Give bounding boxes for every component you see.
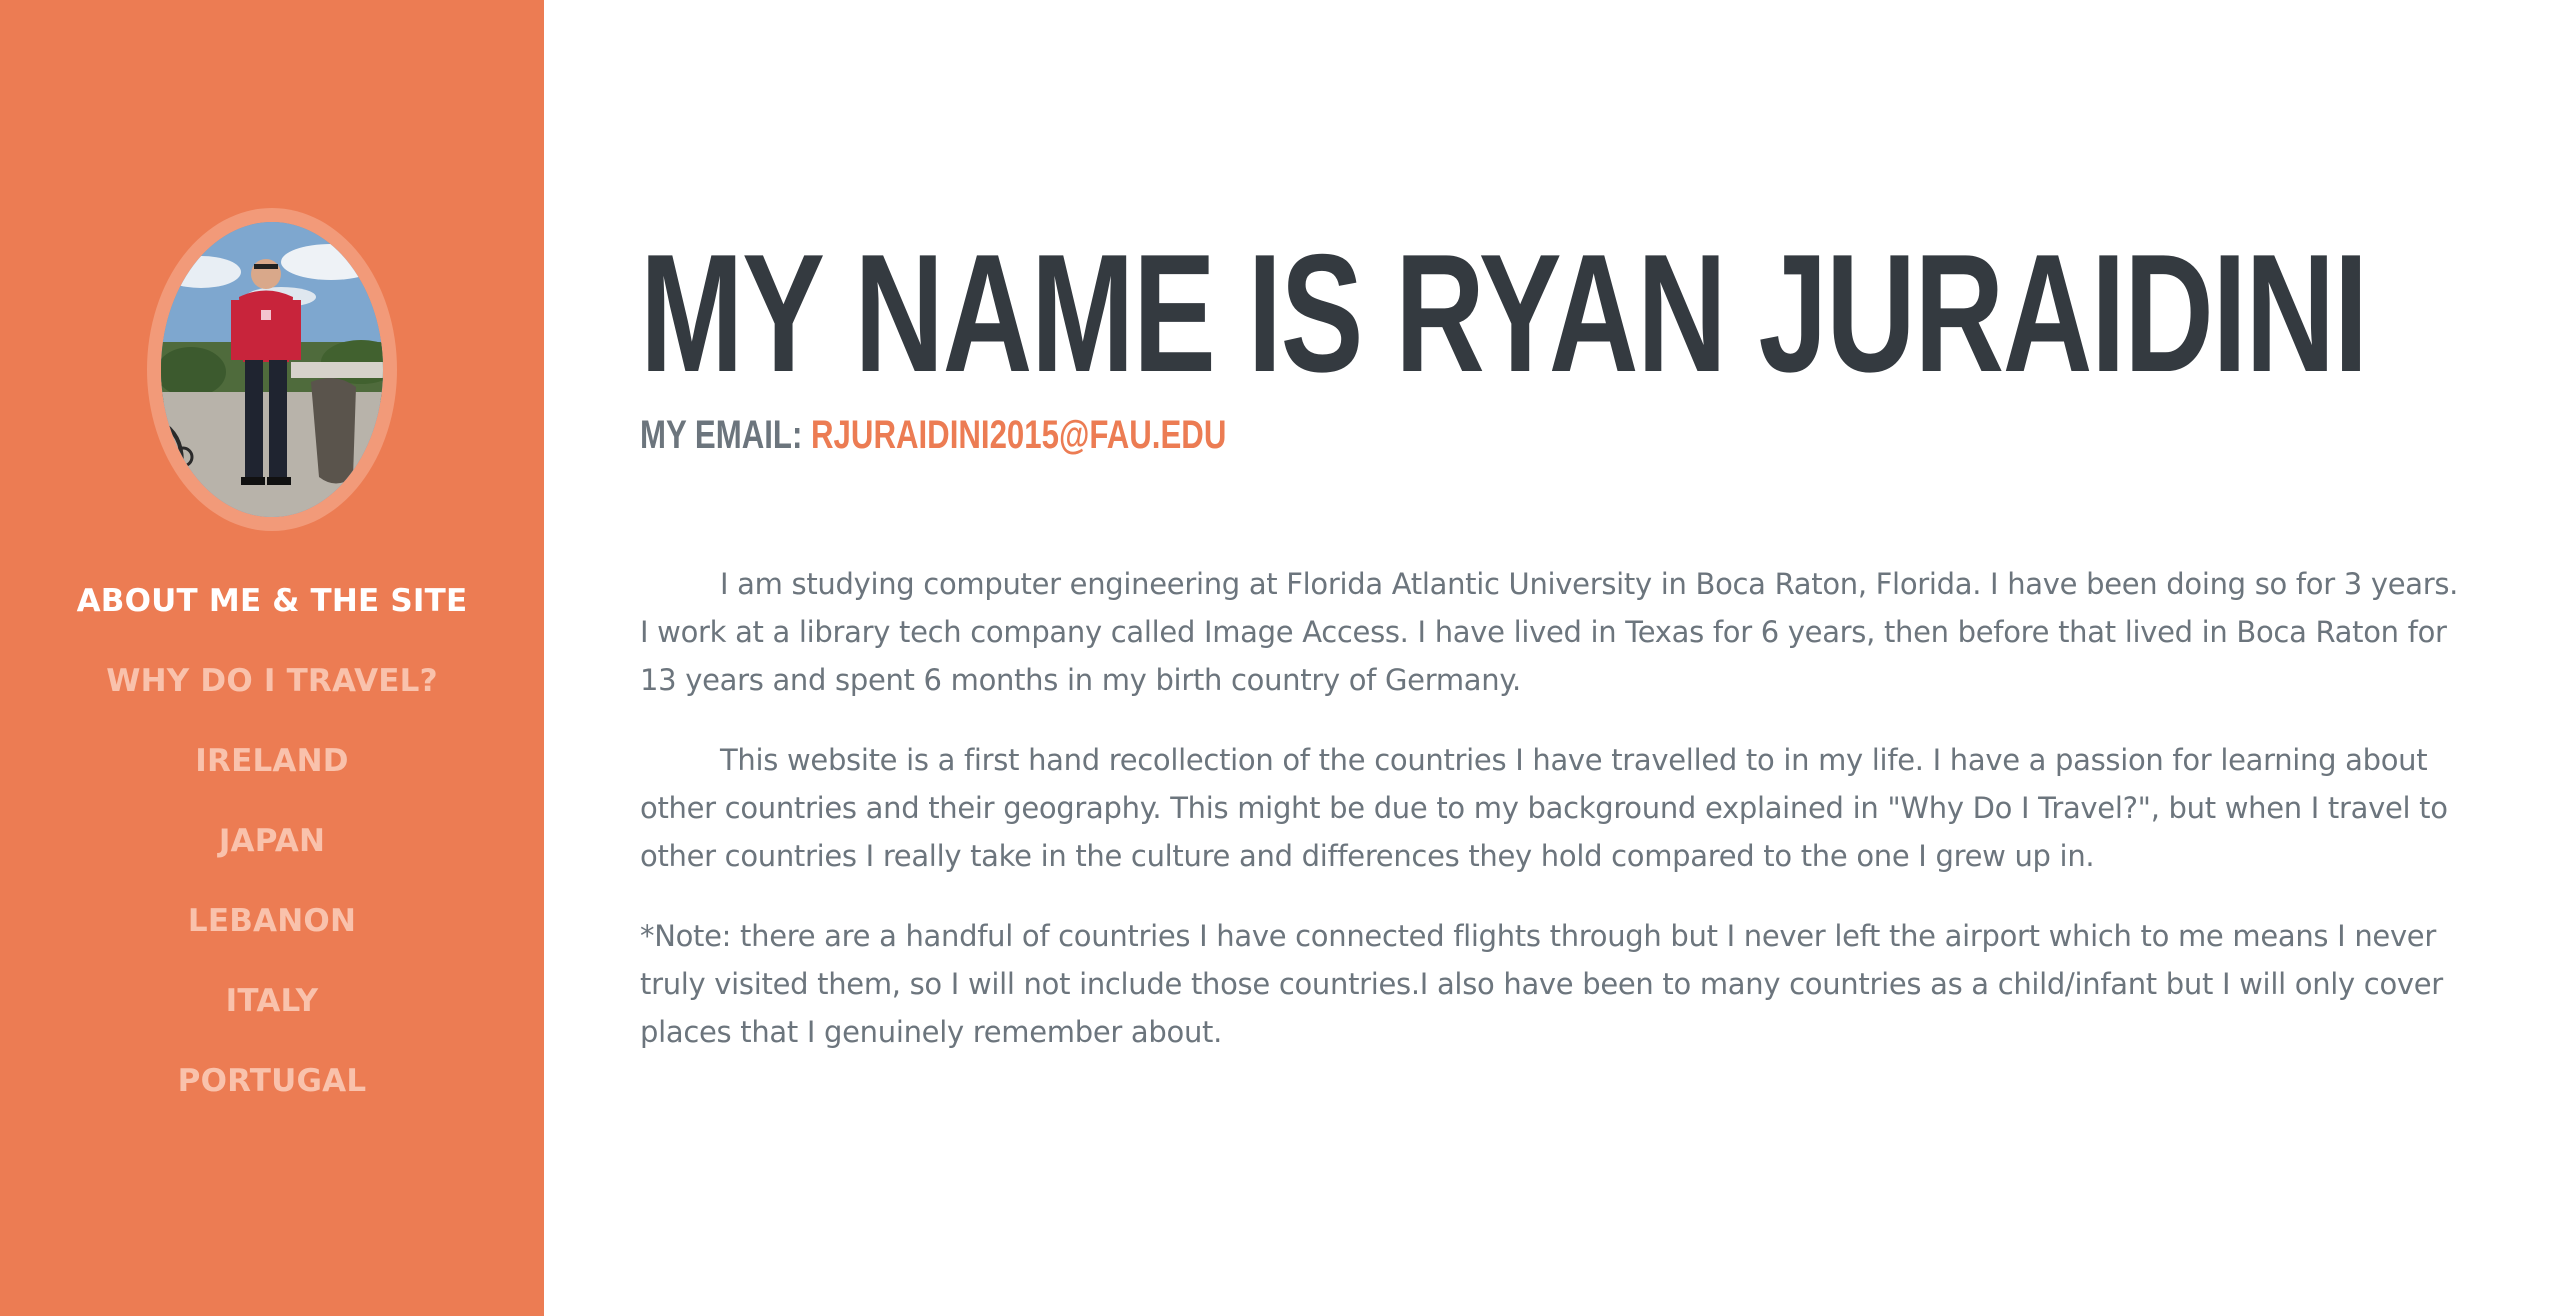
nav-link-why-travel[interactable]: WHY DO I TRAVEL? [106,650,438,712]
page-title: MY NAME IS RYAN JURAIDINI [640,219,2368,407]
email-line: MY EMAIL: RJURAIDINI2015@FAU.EDU [640,410,1226,460]
nav-item-about: ABOUT ME & THE SITE [0,570,544,650]
nav-link-about[interactable]: ABOUT ME & THE SITE [77,570,468,632]
nav-link-italy[interactable]: ITALY [226,970,319,1032]
sidebar-nav: ABOUT ME & THE SITE WHY DO I TRAVEL? IRE… [0,570,544,1130]
avatar-frame [147,208,397,531]
email-link[interactable]: RJURAIDINI2015@FAU.EDU [811,413,1226,457]
nav-link-lebanon[interactable]: LEBANON [188,890,356,952]
nav-item-why-travel: WHY DO I TRAVEL? [0,650,544,730]
about-text: I am studying computer engineering at Fl… [640,560,2460,1088]
nav-link-portugal[interactable]: PORTUGAL [178,1050,367,1112]
nav-link-ireland[interactable]: IRELAND [195,730,348,792]
nav-item-portugal: PORTUGAL [0,1050,544,1130]
nav-item-italy: ITALY [0,970,544,1050]
paragraph-note: *Note: there are a handful of countries … [640,919,2443,1049]
email-label: MY EMAIL: [640,413,812,457]
nav-item-lebanon: LEBANON [0,890,544,970]
nav-link-japan[interactable]: JAPAN [219,810,325,872]
sidebar: ABOUT ME & THE SITE WHY DO I TRAVEL? IRE… [0,0,544,1316]
nav-item-ireland: IRELAND [0,730,544,810]
paragraph-website: This website is a first hand recollectio… [640,743,2448,873]
paragraph-intro: I am studying computer engineering at Fl… [640,567,2459,697]
avatar [161,222,383,517]
avatar-photo [161,222,383,517]
nav-item-japan: JAPAN [0,810,544,890]
